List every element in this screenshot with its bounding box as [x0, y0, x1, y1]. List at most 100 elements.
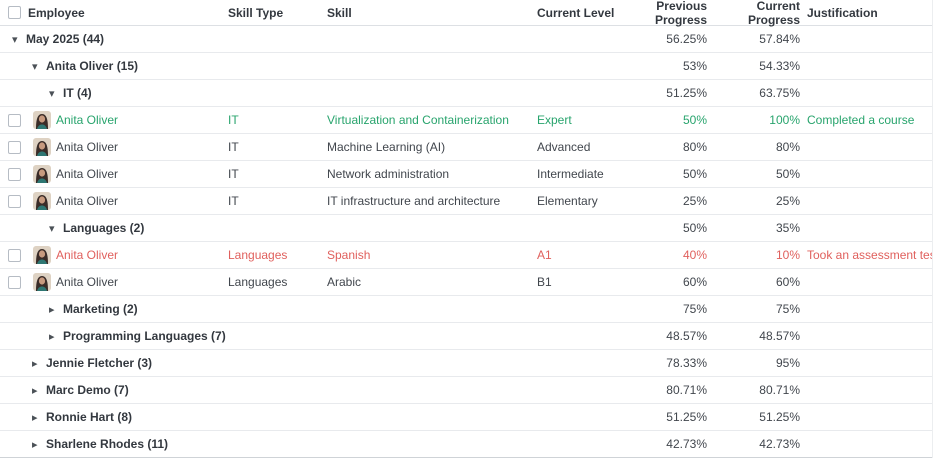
group-previous-progress: 78.33% — [622, 356, 707, 370]
current-progress-cell[interactable]: 10% — [707, 248, 800, 262]
group-row[interactable]: ▸ Marc Demo (7) 80.71% 80.71% — [0, 377, 932, 404]
column-header-justification[interactable]: Justification — [800, 6, 932, 20]
table-row[interactable]: Anita Oliver Languages Arabic B1 60% 60% — [0, 269, 932, 296]
group-label: Marc Demo (7) — [46, 383, 129, 397]
justification-cell[interactable]: Took an assessment test — [800, 248, 932, 262]
previous-progress-cell[interactable]: 50% — [622, 167, 707, 181]
group-current-progress: 80.71% — [707, 383, 800, 397]
group-current-progress: 75% — [707, 302, 800, 316]
caret-icon[interactable]: ▾ — [12, 33, 26, 46]
table-row[interactable]: Anita Oliver IT Virtualization and Conta… — [0, 107, 932, 134]
current-level-cell[interactable]: A1 — [537, 248, 622, 262]
group-previous-progress: 53% — [622, 59, 707, 73]
group-row[interactable]: ▸ Marketing (2) 75% 75% — [0, 296, 932, 323]
skill-cell[interactable]: Network administration — [327, 167, 537, 181]
caret-icon[interactable]: ▸ — [32, 384, 46, 397]
skill-type-cell[interactable]: IT — [228, 194, 327, 208]
previous-progress-cell[interactable]: 50% — [622, 113, 707, 127]
select-all-checkbox[interactable] — [8, 6, 21, 19]
row-checkbox[interactable] — [8, 249, 21, 262]
current-level-cell[interactable]: Expert — [537, 113, 622, 127]
skill-cell[interactable]: Arabic — [327, 275, 537, 289]
current-level-cell[interactable]: B1 — [537, 275, 622, 289]
employee-cell[interactable]: Anita Oliver — [28, 111, 228, 129]
skill-cell[interactable]: Machine Learning (AI) — [327, 140, 537, 154]
column-header-skill-type[interactable]: Skill Type — [228, 6, 327, 20]
previous-progress-cell[interactable]: 40% — [622, 248, 707, 262]
group-current-progress: 63.75% — [707, 86, 800, 100]
employee-cell[interactable]: Anita Oliver — [28, 138, 228, 156]
avatar — [33, 111, 51, 129]
group-current-progress: 51.25% — [707, 410, 800, 424]
caret-icon[interactable]: ▸ — [49, 330, 63, 343]
caret-icon[interactable]: ▸ — [32, 411, 46, 424]
justification-cell[interactable]: Completed a course — [800, 113, 932, 127]
current-progress-cell[interactable]: 80% — [707, 140, 800, 154]
employee-cell[interactable]: Anita Oliver — [28, 246, 228, 264]
current-progress-cell[interactable]: 25% — [707, 194, 800, 208]
row-checkbox[interactable] — [8, 114, 21, 127]
caret-icon[interactable]: ▸ — [49, 303, 63, 316]
skill-type-cell[interactable]: Languages — [228, 275, 327, 289]
current-progress-cell[interactable]: 50% — [707, 167, 800, 181]
column-header-current-level[interactable]: Current Level — [537, 6, 622, 20]
group-row[interactable]: ▸ Ronnie Hart (8) 51.25% 51.25% — [0, 404, 932, 431]
skill-type-cell[interactable]: IT — [228, 113, 327, 127]
skill-cell[interactable]: IT infrastructure and architecture — [327, 194, 537, 208]
group-label: IT (4) — [63, 86, 92, 100]
caret-icon[interactable]: ▾ — [49, 222, 63, 235]
group-row[interactable]: ▸ Jennie Fletcher (3) 78.33% 95% — [0, 350, 932, 377]
row-checkbox[interactable] — [8, 195, 21, 208]
group-previous-progress: 75% — [622, 302, 707, 316]
group-previous-progress: 80.71% — [622, 383, 707, 397]
table-row[interactable]: Anita Oliver IT IT infrastructure and ar… — [0, 188, 932, 215]
group-previous-progress: 56.25% — [622, 32, 707, 46]
current-progress-cell[interactable]: 60% — [707, 275, 800, 289]
table-row[interactable]: Anita Oliver Languages Spanish A1 40% 10… — [0, 242, 932, 269]
group-previous-progress: 50% — [622, 221, 707, 235]
current-level-cell[interactable]: Intermediate — [537, 167, 622, 181]
group-current-progress: 48.57% — [707, 329, 800, 343]
caret-icon[interactable]: ▾ — [32, 60, 46, 73]
column-header-current-progress[interactable]: Current Progress — [707, 0, 800, 27]
skill-type-cell[interactable]: IT — [228, 167, 327, 181]
table-row[interactable]: Anita Oliver IT Machine Learning (AI) Ad… — [0, 134, 932, 161]
current-level-cell[interactable]: Advanced — [537, 140, 622, 154]
row-checkbox[interactable] — [8, 168, 21, 181]
group-current-progress: 54.33% — [707, 59, 800, 73]
caret-icon[interactable]: ▸ — [32, 438, 46, 451]
group-current-progress: 95% — [707, 356, 800, 370]
group-current-progress: 35% — [707, 221, 800, 235]
group-row[interactable]: ▾ Languages (2) 50% 35% — [0, 215, 932, 242]
employee-name: Anita Oliver — [56, 113, 118, 127]
employee-name: Anita Oliver — [56, 194, 118, 208]
skill-cell[interactable]: Spanish — [327, 248, 537, 262]
group-label: Marketing (2) — [63, 302, 138, 316]
caret-icon[interactable]: ▾ — [49, 87, 63, 100]
column-header-skill[interactable]: Skill — [327, 6, 537, 20]
group-row[interactable]: ▾ May 2025 (44) 56.25% 57.84% — [0, 26, 932, 53]
previous-progress-cell[interactable]: 60% — [622, 275, 707, 289]
group-row[interactable]: ▸ Sharlene Rhodes (11) 42.73% 42.73% — [0, 431, 932, 458]
skill-type-cell[interactable]: Languages — [228, 248, 327, 262]
column-header-employee[interactable]: Employee — [28, 6, 228, 20]
table-row[interactable]: Anita Oliver IT Network administration I… — [0, 161, 932, 188]
column-header-previous-progress[interactable]: Previous Progress — [622, 0, 707, 27]
previous-progress-cell[interactable]: 80% — [622, 140, 707, 154]
employee-cell[interactable]: Anita Oliver — [28, 192, 228, 210]
row-checkbox[interactable] — [8, 141, 21, 154]
caret-icon[interactable]: ▸ — [32, 357, 46, 370]
skill-cell[interactable]: Virtualization and Containerization — [327, 113, 537, 127]
employee-cell[interactable]: Anita Oliver — [28, 273, 228, 291]
previous-progress-cell[interactable]: 25% — [622, 194, 707, 208]
group-row[interactable]: ▾ IT (4) 51.25% 63.75% — [0, 80, 932, 107]
current-progress-cell[interactable]: 100% — [707, 113, 800, 127]
skill-type-cell[interactable]: IT — [228, 140, 327, 154]
group-row[interactable]: ▸ Programming Languages (7) 48.57% 48.57… — [0, 323, 932, 350]
current-level-cell[interactable]: Elementary — [537, 194, 622, 208]
group-current-progress: 57.84% — [707, 32, 800, 46]
employee-cell[interactable]: Anita Oliver — [28, 165, 228, 183]
row-checkbox[interactable] — [8, 276, 21, 289]
list-header: Employee Skill Type Skill Current Level … — [0, 0, 932, 26]
group-row[interactable]: ▾ Anita Oliver (15) 53% 54.33% — [0, 53, 932, 80]
